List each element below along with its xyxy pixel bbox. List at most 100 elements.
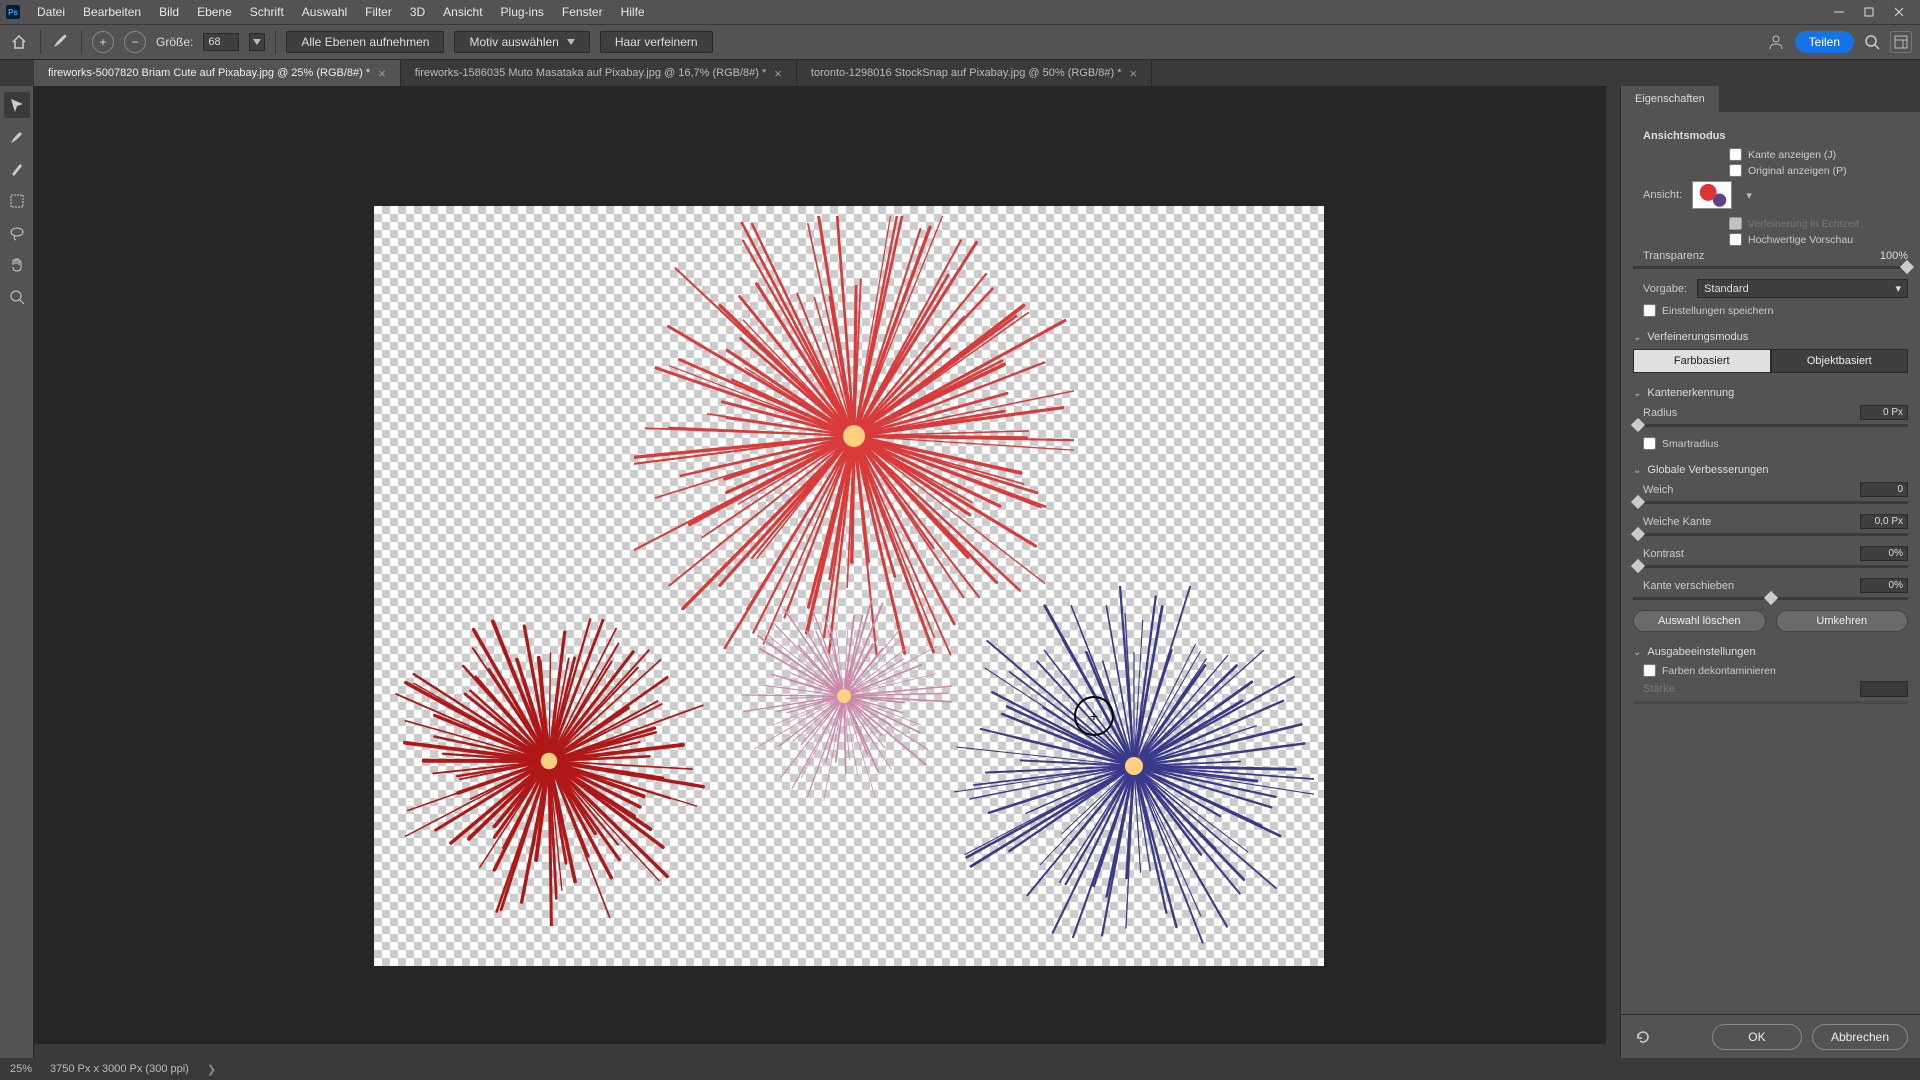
brush-tool-icon[interactable] — [51, 32, 71, 52]
preset-dropdown[interactable]: Standard▾ — [1697, 279, 1908, 298]
transparency-slider[interactable] — [1633, 266, 1908, 269]
shift-edge-value[interactable]: 0% — [1860, 578, 1908, 593]
quick-select-tool-icon[interactable] — [4, 92, 30, 118]
invert-button[interactable]: Umkehren — [1776, 610, 1909, 632]
radius-value[interactable]: 0 Px — [1860, 405, 1908, 420]
refine-mode-section[interactable]: ⌄Verfeinerungsmodus — [1633, 331, 1908, 343]
ok-button[interactable]: OK — [1712, 1024, 1802, 1050]
clear-selection-button[interactable]: Auswahl löschen — [1633, 610, 1766, 632]
window-maximize-icon[interactable] — [1854, 0, 1884, 24]
zoom-level[interactable]: 25% — [10, 1063, 32, 1075]
close-icon[interactable]: × — [774, 66, 782, 81]
feather-slider[interactable] — [1633, 533, 1908, 536]
workspace-icon[interactable] — [1890, 31, 1912, 53]
window-minimize-icon[interactable] — [1824, 0, 1854, 24]
transparency-label: Transparenz — [1643, 250, 1840, 262]
canvas-area[interactable]: + — [34, 86, 1620, 1058]
show-edge-checkbox[interactable]: Kante anzeigen (J) — [1729, 148, 1908, 161]
transparency-value[interactable]: 100% — [1848, 250, 1908, 262]
hand-tool-icon[interactable] — [4, 252, 30, 278]
view-dropdown-icon[interactable]: ▾ — [1742, 188, 1756, 202]
menu-file[interactable]: Datei — [28, 1, 74, 23]
view-mode-header: Ansichtsmodus — [1643, 130, 1908, 142]
user-icon[interactable] — [1767, 33, 1785, 51]
sample-all-layers-button[interactable]: Alle Ebenen aufnehmen — [286, 31, 444, 53]
decontaminate-label: Farben dekontaminieren — [1662, 665, 1776, 677]
menu-select[interactable]: Auswahl — [293, 1, 356, 23]
chevron-down-icon: ⌄ — [1633, 465, 1641, 476]
close-icon[interactable]: × — [1129, 66, 1137, 81]
brush-size-input[interactable] — [203, 33, 239, 51]
menu-layer[interactable]: Ebene — [188, 1, 241, 23]
select-subject-button[interactable]: Motiv auswählen — [454, 31, 589, 53]
feather-label: Weiche Kante — [1643, 516, 1852, 528]
reset-icon[interactable] — [1633, 1027, 1653, 1047]
panel-tab-properties[interactable]: Eigenschaften — [1621, 86, 1719, 112]
hq-preview-checkbox[interactable]: Hochwertige Vorschau — [1729, 233, 1908, 246]
menu-window[interactable]: Fenster — [553, 1, 612, 23]
tab-document-2[interactable]: fireworks-1586035 Muto Masataka auf Pixa… — [401, 60, 797, 86]
status-bar: 25% 3750 Px x 3000 Px (300 ppi) ❯ — [0, 1058, 1920, 1080]
radius-slider[interactable] — [1633, 424, 1908, 427]
chevron-down-icon: ⌄ — [1633, 388, 1641, 399]
smooth-slider[interactable] — [1633, 501, 1908, 504]
tab-document-3[interactable]: toronto-1298016 StockSnap auf Pixabay.jp… — [797, 60, 1152, 86]
horizontal-scrollbar[interactable] — [34, 1044, 1606, 1058]
size-label: Größe: — [156, 35, 193, 49]
search-icon[interactable] — [1864, 34, 1880, 50]
color-aware-button[interactable]: Farbbasiert — [1633, 349, 1771, 373]
add-mode-icon[interactable]: + — [92, 31, 114, 53]
object-aware-button[interactable]: Objektbasiert — [1771, 349, 1909, 373]
menu-image[interactable]: Bild — [150, 1, 188, 23]
vertical-scrollbar[interactable] — [1606, 86, 1620, 1058]
remember-settings-checkbox[interactable]: Einstellungen speichern — [1643, 304, 1908, 317]
view-thumbnail[interactable] — [1692, 181, 1732, 209]
decontaminate-checkbox[interactable]: Farben dekontaminieren — [1643, 664, 1908, 677]
menu-bar: Ps Datei Bearbeiten Bild Ebene Schrift A… — [0, 0, 1920, 24]
size-dropdown-icon[interactable] — [249, 33, 265, 51]
cancel-button[interactable]: Abbrechen — [1812, 1024, 1908, 1050]
menu-edit[interactable]: Bearbeiten — [74, 1, 150, 23]
preset-label: Vorgabe: — [1643, 283, 1687, 295]
view-label: Ansicht: — [1643, 189, 1682, 201]
refine-hair-button[interactable]: Haar verfeinern — [600, 31, 713, 53]
brush-cursor-icon: + — [1074, 696, 1114, 736]
document-canvas[interactable]: + — [374, 206, 1324, 966]
global-refine-section[interactable]: ⌄ Globale Verbesserungen — [1633, 464, 1908, 476]
contrast-slider[interactable] — [1633, 565, 1908, 568]
global-refine-label: Globale Verbesserungen — [1647, 464, 1768, 476]
menu-type[interactable]: Schrift — [241, 1, 293, 23]
window-close-icon[interactable] — [1884, 0, 1914, 24]
subtract-mode-icon[interactable]: − — [124, 31, 146, 53]
menu-view[interactable]: Ansicht — [434, 1, 491, 23]
output-label: Ausgabeeinstellungen — [1647, 646, 1755, 658]
panel-footer: OK Abbrechen — [1621, 1014, 1920, 1058]
object-select-tool-icon[interactable] — [4, 188, 30, 214]
brush-tool-icon[interactable] — [4, 156, 30, 182]
strength-label: Stärke — [1643, 683, 1852, 695]
menu-3d[interactable]: 3D — [401, 1, 434, 23]
chevron-right-icon[interactable]: ❯ — [207, 1063, 216, 1076]
close-icon[interactable]: × — [378, 66, 386, 81]
refine-brush-tool-icon[interactable] — [4, 124, 30, 150]
shift-edge-slider[interactable] — [1633, 597, 1908, 600]
menu-help[interactable]: Hilfe — [612, 1, 654, 23]
home-icon[interactable] — [8, 31, 30, 53]
show-original-label: Original anzeigen (P) — [1748, 165, 1847, 177]
menu-filter[interactable]: Filter — [356, 1, 401, 23]
share-button[interactable]: Teilen — [1795, 31, 1854, 53]
show-original-checkbox[interactable]: Original anzeigen (P) — [1729, 164, 1908, 177]
tab-document-1[interactable]: fireworks-5007820 Briam Cute auf Pixabay… — [34, 60, 401, 86]
document-info[interactable]: 3750 Px x 3000 Px (300 ppi) — [50, 1063, 189, 1075]
contrast-value[interactable]: 0% — [1860, 546, 1908, 561]
output-section[interactable]: ⌄Ausgabeeinstellungen — [1633, 646, 1908, 658]
smooth-value[interactable]: 0 — [1860, 482, 1908, 497]
chevron-down-icon: ▾ — [1895, 282, 1901, 295]
lasso-tool-icon[interactable] — [4, 220, 30, 246]
smart-radius-checkbox[interactable]: Smartradius — [1643, 437, 1908, 450]
menu-plugins[interactable]: Plug-ins — [492, 1, 553, 23]
feather-value[interactable]: 0,0 Px — [1860, 514, 1908, 529]
edge-detect-section[interactable]: ⌄Kantenerkennung — [1633, 387, 1908, 399]
select-subject-label: Motiv auswählen — [469, 35, 558, 49]
zoom-tool-icon[interactable] — [4, 284, 30, 310]
